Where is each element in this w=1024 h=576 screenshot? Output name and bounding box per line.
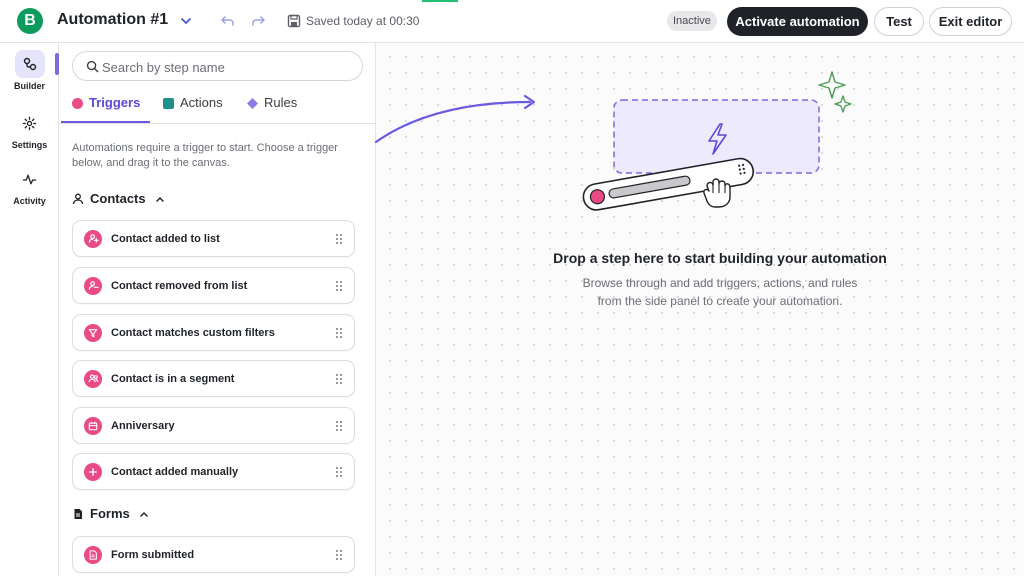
section-title: Forms	[90, 506, 130, 521]
drag-handle-icon[interactable]	[335, 373, 343, 385]
activate-automation-button[interactable]: Activate automation	[727, 7, 868, 36]
trigger-card-contact-added-to-list[interactable]: Contact added to list	[72, 220, 355, 257]
rail-item-activity[interactable]: Activity	[0, 165, 59, 206]
save-icon	[287, 14, 301, 28]
document-icon	[74, 508, 82, 519]
trigger-label: Anniversary	[111, 419, 175, 432]
rail-label: Settings	[11, 140, 48, 150]
sparkle-icon	[818, 71, 846, 99]
filter-icon	[84, 323, 102, 342]
brevo-logo[interactable]: B	[17, 8, 43, 34]
tab-actions[interactable]: Actions	[163, 95, 223, 124]
test-button[interactable]: Test	[874, 7, 924, 36]
action-square-icon	[163, 98, 174, 109]
drag-step-illustration	[582, 71, 852, 211]
section-title: Contacts	[90, 191, 146, 206]
tab-label: Rules	[264, 95, 298, 110]
drag-handle-icon[interactable]	[335, 280, 343, 292]
trigger-card-contact-added-manually[interactable]: Contact added manually	[72, 453, 355, 490]
chevron-up-icon	[139, 511, 148, 517]
drag-handle-icon[interactable]	[335, 549, 343, 561]
chevron-up-icon	[155, 196, 164, 202]
trigger-card-form-submitted[interactable]: Form submitted	[72, 536, 355, 573]
active-tab-underline	[61, 121, 150, 123]
pulse-icon	[15, 165, 45, 193]
tab-rules[interactable]: Rules	[247, 95, 297, 124]
trigger-card-contact-matches-custom-filters[interactable]: Contact matches custom filters	[72, 314, 355, 351]
section-forms[interactable]: Forms	[72, 506, 150, 521]
trigger-label: Contact added manually	[111, 465, 239, 478]
gear-icon	[15, 109, 45, 137]
trigger-label: Contact matches custom filters	[111, 326, 275, 339]
automation-title[interactable]: Automation #1	[57, 11, 168, 29]
logo-letter: B	[24, 12, 36, 29]
plus-icon	[84, 462, 102, 481]
drag-handle-icon[interactable]	[335, 420, 343, 432]
form-icon	[84, 545, 102, 564]
drag-handle-icon[interactable]	[335, 327, 343, 339]
left-nav-rail: Builder Settings Activity	[0, 43, 59, 576]
user-plus-icon	[84, 229, 102, 248]
tab-label: Actions	[180, 95, 223, 110]
rail-label: Activity	[13, 196, 46, 206]
trigger-dot-icon	[72, 98, 83, 109]
drop-subtitle-line-2: from the side panel to create your autom…	[597, 294, 843, 308]
calendar-icon	[84, 416, 102, 435]
saved-status-text: Saved today at 00:30	[306, 14, 420, 28]
trigger-card-anniversary[interactable]: Anniversary	[72, 407, 355, 444]
drag-handle-icon[interactable]	[335, 233, 343, 245]
user-minus-icon	[84, 276, 102, 295]
search-box[interactable]	[72, 51, 363, 81]
search-icon	[86, 60, 99, 73]
step-type-tabs: Triggers Actions Rules	[59, 91, 375, 124]
trigger-label: Form submitted	[111, 548, 195, 561]
trigger-card-contact-is-in-a-segment[interactable]: Contact is in a segment	[72, 360, 355, 397]
trigger-hint-text: Automations require a trigger to start. …	[72, 142, 338, 169]
exit-editor-button[interactable]: Exit editor	[929, 7, 1012, 36]
rail-item-builder[interactable]: Builder	[0, 50, 59, 91]
redo-icon[interactable]	[250, 13, 266, 29]
rail-label: Builder	[13, 81, 45, 91]
sparkle-icon-small	[834, 95, 852, 113]
steps-side-panel: Triggers Actions Rules Automations requi…	[59, 43, 376, 576]
trigger-card-contact-removed-from-list[interactable]: Contact removed from list	[72, 267, 355, 304]
drop-zone-subtitle: Browse through and add triggers, actions…	[376, 274, 1024, 310]
drop-zone-title: Drop a step here to start building your …	[553, 250, 887, 266]
section-contacts[interactable]: Contacts	[72, 191, 166, 206]
undo-icon[interactable]	[220, 13, 236, 29]
trigger-label: Contact is in a segment	[111, 372, 235, 385]
drop-subtitle-line-1: Browse through and add triggers, actions…	[582, 276, 858, 290]
workflow-icon	[14, 50, 45, 78]
tab-triggers[interactable]: Triggers	[72, 95, 140, 124]
trigger-label: Contact added to list	[111, 232, 220, 245]
curved-arrow-icon	[374, 94, 536, 144]
rule-diamond-icon	[247, 98, 258, 109]
tab-label: Triggers	[89, 95, 141, 110]
rail-item-settings[interactable]: Settings	[0, 109, 59, 150]
chevron-down-icon[interactable]	[179, 14, 193, 28]
top-bar: B Automation #1 Saved today at 00:30 Ina…	[0, 0, 1024, 43]
top-progress-accent	[422, 0, 458, 2]
users-icon	[84, 369, 102, 388]
status-badge: Inactive	[667, 11, 717, 31]
drag-handle-icon[interactable]	[335, 466, 343, 478]
search-input[interactable]	[102, 57, 352, 77]
trigger-label: Contact removed from list	[111, 279, 248, 292]
person-icon	[72, 193, 84, 204]
